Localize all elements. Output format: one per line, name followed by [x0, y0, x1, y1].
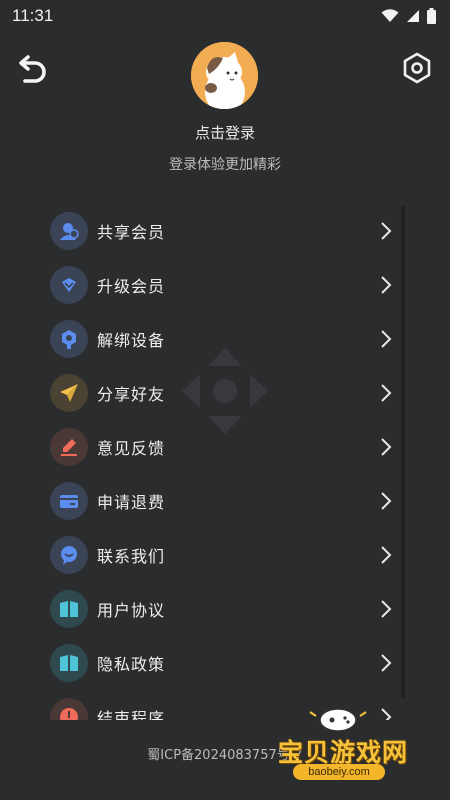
menu-item-upgrade-member[interactable]: 升级会员	[50, 258, 400, 312]
chevron-right-icon	[381, 492, 392, 510]
chevron-right-icon	[381, 330, 392, 348]
login-subtitle: 登录体验更加精彩	[169, 157, 281, 173]
share-member-icon	[50, 212, 88, 250]
menu-item-label: 解绑设备	[97, 331, 166, 350]
chevron-right-icon	[381, 276, 392, 294]
login-title[interactable]: 点击登录	[0, 122, 450, 143]
chevron-right-icon	[381, 654, 392, 672]
back-arrow-icon	[19, 55, 46, 83]
menu-item-share-friends[interactable]: 分享好友	[50, 366, 400, 420]
card-refund-icon	[50, 482, 88, 520]
chevron-right-icon	[381, 600, 392, 618]
cat-avatar-icon	[191, 42, 258, 109]
menu-scrollbar[interactable]	[401, 206, 405, 698]
status-time: 11:31	[12, 6, 54, 25]
status-bar: 11:31	[0, 0, 450, 32]
menu-item-label: 结束程序	[97, 709, 166, 720]
chat-bubble-icon	[50, 536, 88, 574]
menu-item-label: 用户协议	[97, 601, 166, 620]
menu-list: 共享会员 升级会员 解绑设备 分享好友 意见反馈 申请退费 联系我们 用户协议 …	[50, 204, 400, 720]
diamond-icon	[50, 266, 88, 304]
settings-button[interactable]	[397, 48, 437, 88]
menu-item-privacy-policy[interactable]: 隐私政策	[50, 636, 400, 690]
menu-item-refund[interactable]: 申请退费	[50, 474, 400, 528]
back-button[interactable]	[12, 50, 52, 90]
chevron-right-icon	[381, 546, 392, 564]
book-icon	[50, 644, 88, 682]
wifi-icon	[381, 9, 399, 22]
pen-feedback-icon	[50, 428, 88, 466]
avatar[interactable]	[191, 42, 258, 109]
menu-item-label: 升级会员	[97, 277, 166, 296]
watermark-url: baobeiy.com	[293, 764, 385, 780]
paper-plane-icon	[50, 374, 88, 412]
book-icon	[50, 590, 88, 628]
chevron-right-icon	[381, 222, 392, 240]
menu-item-unbind-device[interactable]: 解绑设备	[50, 312, 400, 366]
menu-item-contact[interactable]: 联系我们	[50, 528, 400, 582]
unlink-device-icon	[50, 320, 88, 358]
status-icons	[381, 8, 436, 24]
chevron-right-icon	[381, 438, 392, 456]
menu-item-share-member[interactable]: 共享会员	[50, 204, 400, 258]
menu-item-label: 共享会员	[97, 223, 166, 242]
hexagon-settings-icon	[403, 52, 431, 84]
signal-icon	[407, 10, 419, 22]
power-icon	[50, 698, 88, 720]
menu-item-label: 意见反馈	[97, 439, 166, 458]
chevron-right-icon	[381, 384, 392, 402]
menu-item-label: 隐私政策	[97, 655, 166, 674]
menu-item-feedback[interactable]: 意见反馈	[50, 420, 400, 474]
menu-item-label: 联系我们	[97, 547, 166, 566]
battery-icon	[427, 8, 436, 24]
menu-item-label: 分享好友	[97, 385, 166, 404]
menu-item-user-agreement[interactable]: 用户协议	[50, 582, 400, 636]
menu-item-label: 申请退费	[97, 493, 166, 512]
